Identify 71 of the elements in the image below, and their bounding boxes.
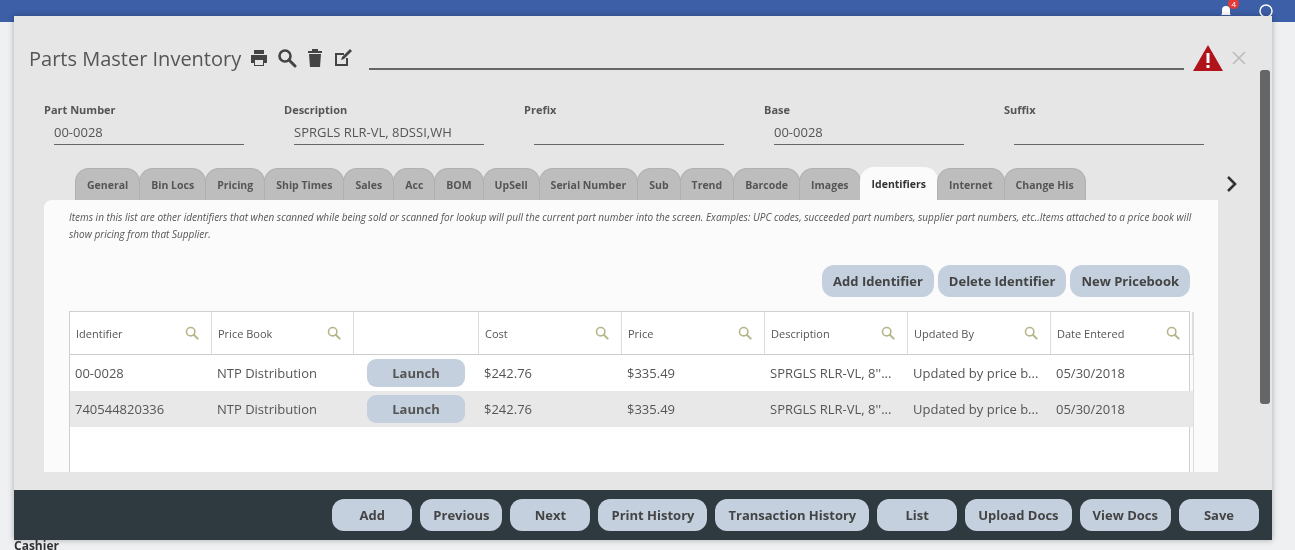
- footer-button[interactable]: Transaction History: [715, 499, 870, 531]
- table-cell-text: $242.76: [483, 400, 533, 418]
- launch-button[interactable]: Launch: [367, 359, 465, 387]
- search-icon[interactable]: [277, 48, 298, 68]
- notification-badge: 4: [1228, 0, 1239, 9]
- column-header: Cost: [485, 325, 508, 341]
- footer-button[interactable]: View Docs: [1079, 499, 1171, 531]
- column-header: Price: [628, 325, 654, 341]
- table-cell-text: $335.49: [626, 400, 676, 418]
- launch-button[interactable]: Launch: [367, 395, 465, 423]
- footer-button[interactable]: Next: [510, 499, 591, 531]
- column-header: Price Book: [218, 325, 273, 341]
- action-button[interactable]: New Pricebook: [1070, 265, 1190, 297]
- table-cell-text: NTP Distribution: [216, 400, 318, 418]
- table-cell-text: SPRGLS RLR-VL, 8''...: [769, 364, 893, 382]
- field-label: Base: [764, 102, 791, 116]
- edit-icon[interactable]: [333, 48, 354, 68]
- table-cell-text: Updated by price b...: [912, 364, 1040, 382]
- footer-button[interactable]: Add: [332, 499, 413, 531]
- tab[interactable]: BOM: [434, 168, 484, 200]
- footer-button[interactable]: Print History: [598, 499, 708, 531]
- tab[interactable]: Ship Times: [264, 168, 345, 200]
- tab[interactable]: Change His: [1003, 168, 1086, 200]
- table-cell-text: 05/30/2018: [1055, 364, 1126, 382]
- scrollbar[interactable]: [1260, 70, 1270, 404]
- column-header: Updated By: [914, 325, 974, 341]
- tab[interactable]: Pricing: [205, 168, 266, 200]
- field-label: Suffix: [1004, 102, 1037, 116]
- action-button[interactable]: Add Identifier: [822, 265, 934, 297]
- tab[interactable]: Serial Number: [538, 168, 639, 200]
- field-label: Prefix: [524, 102, 558, 116]
- input-field[interactable]: 00-0028: [54, 122, 244, 145]
- tab[interactable]: Images: [799, 168, 861, 200]
- tab[interactable]: General: [75, 168, 141, 200]
- tab[interactable]: Internet: [937, 168, 1005, 200]
- warning-icon: [1192, 44, 1224, 72]
- table-cell-text: Updated by price b...: [912, 400, 1040, 418]
- tab[interactable]: Sub: [637, 168, 681, 200]
- column-header: Identifier: [76, 325, 123, 341]
- bell-icon[interactable]: [1219, 4, 1233, 18]
- footer-button[interactable]: Save: [1179, 499, 1259, 531]
- table-cell-text: 740544820336: [74, 400, 166, 418]
- footer-button[interactable]: Upload Docs: [965, 499, 1072, 531]
- tab[interactable]: Barcode: [733, 168, 801, 200]
- table-cell-text: 05/30/2018: [1055, 400, 1126, 418]
- tab[interactable]: Bin Locs: [139, 168, 207, 200]
- table-cell-text: NTP Distribution: [216, 364, 318, 382]
- print-icon[interactable]: [249, 48, 270, 68]
- tab[interactable]: Identifiers: [859, 167, 938, 200]
- footer-button[interactable]: Previous: [420, 499, 503, 531]
- table-cell-text: $242.76: [483, 364, 533, 382]
- user-icon[interactable]: [1259, 4, 1273, 18]
- input-field[interactable]: 00-0028: [774, 122, 964, 145]
- tab[interactable]: Acc: [393, 168, 436, 200]
- sidebar-label: Cashier: [14, 537, 59, 550]
- table-cell-text: $335.49: [626, 364, 676, 382]
- tab[interactable]: Trend: [679, 168, 735, 200]
- help-text: Items in this list are other identifiers that when scanned while being sold or scanned for lookup will pull the current part number into the screen. Examples: UPC codes, succeeded part numbers, supplier part numbers, etc..Items attached to a price book will show pricing from that Supplier.: [69, 209, 1193, 243]
- field-label: Description: [284, 102, 349, 116]
- tab[interactable]: UpSell: [482, 168, 540, 200]
- field-label: Part Number: [44, 102, 117, 116]
- input-field[interactable]: SPRGLS RLR-VL, 8DSSI,WH: [294, 122, 484, 145]
- column-header: Date Entered: [1057, 325, 1125, 341]
- table-cell-text: 00-0028: [74, 364, 125, 382]
- table-cell-text: SPRGLS RLR-VL, 8''...: [769, 400, 893, 418]
- footer-button[interactable]: List: [877, 499, 958, 531]
- action-button[interactable]: Delete Identifier: [937, 265, 1067, 297]
- close-icon[interactable]: [1232, 51, 1246, 65]
- tab[interactable]: Sales: [343, 168, 395, 200]
- window-title: Parts Master Inventory: [29, 44, 242, 72]
- column-header: Description: [771, 325, 830, 341]
